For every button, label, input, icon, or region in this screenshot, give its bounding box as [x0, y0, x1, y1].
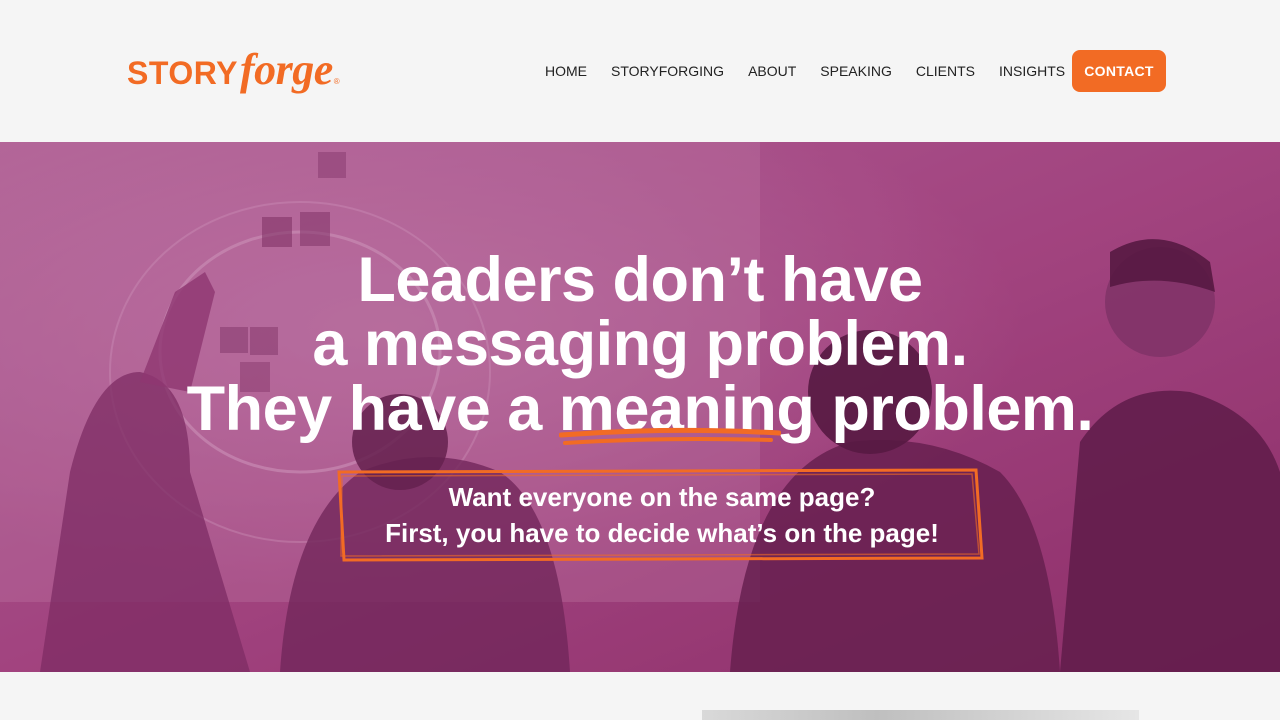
nav-home[interactable]: HOME — [545, 61, 587, 81]
emphasis-word: meaning — [558, 377, 815, 445]
headline-line-3: They have a meaning problem. — [0, 374, 1280, 445]
subheadline-line-1: Want everyone on the same page? — [448, 482, 876, 512]
subheadline-line-2: First, you have to decide what’s on the … — [385, 518, 939, 548]
nav-about[interactable]: ABOUT — [748, 61, 796, 81]
nav-clients[interactable]: CLIENTS — [916, 61, 975, 81]
section-image-preview — [702, 710, 1139, 720]
headline-line-3-pre: They have a — [186, 374, 559, 444]
headline-line-1: Leaders don’t have — [357, 245, 923, 315]
site-header: STORY forge ® HOME STORYFORGING ABOUT SP… — [0, 0, 1280, 142]
logo-forge-text: forge — [239, 45, 333, 94]
hero-section: Leaders don’t have a messaging problem. … — [0, 142, 1280, 672]
main-nav: HOME STORYFORGING ABOUT SPEAKING CLIENTS… — [545, 61, 1089, 81]
contact-button[interactable]: CONTACT — [1072, 50, 1166, 92]
logo-story-text: STORY — [127, 55, 238, 91]
nav-speaking[interactable]: SPEAKING — [820, 61, 892, 81]
headline-line-3-post: problem. — [814, 374, 1094, 444]
logo-registered-mark: ® — [333, 77, 340, 86]
orange-underline-stroke — [558, 427, 781, 445]
headline-line-2: a messaging problem. — [312, 309, 968, 379]
nav-insights[interactable]: INSIGHTS — [999, 61, 1065, 81]
storyforge-logo[interactable]: STORY forge ® — [127, 44, 340, 95]
nav-storyforging[interactable]: STORYFORGING — [611, 61, 724, 81]
